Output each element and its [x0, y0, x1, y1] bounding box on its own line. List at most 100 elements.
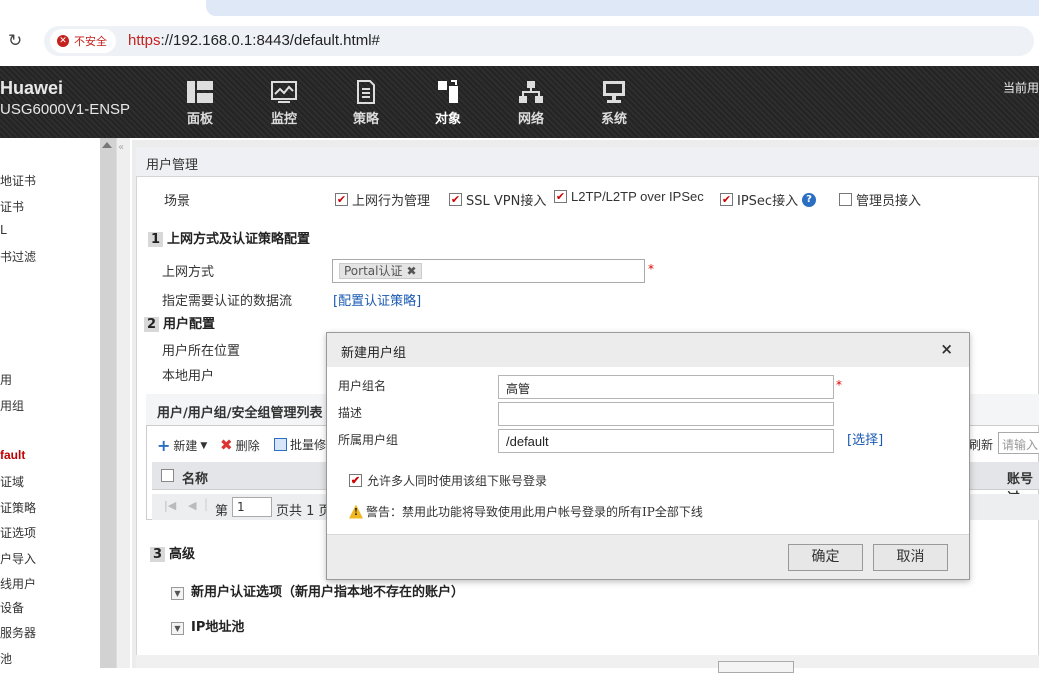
description-input[interactable] [498, 402, 834, 426]
nav-system[interactable]: 系统 [584, 80, 644, 127]
advanced-new-user-options[interactable]: ▼ 新用户认证选项（新用户指本地不存在的账户） [171, 581, 464, 600]
nav-label: 系统 [600, 112, 627, 127]
tab-bar [206, 0, 1039, 16]
scene-checkbox-sslvpn[interactable]: ✔ SSL VPN接入 [449, 190, 546, 209]
sidebar-item[interactable]: 服务器 [0, 624, 36, 641]
checkbox-checked-icon: ✔ [349, 474, 362, 487]
close-icon[interactable]: × [940, 340, 953, 358]
sidebar-item[interactable]: 用 [0, 371, 12, 388]
checkbox-label: SSL VPN接入 [466, 194, 547, 209]
page-title: 用户管理 [146, 158, 199, 173]
multi-login-checkbox[interactable]: ✔ 允许多人同时使用该组下账号登录 [349, 472, 547, 489]
security-chip[interactable]: ✕ 不安全 [50, 29, 116, 53]
checkbox-label: 管理员接入 [856, 194, 922, 209]
dashboard-icon [187, 81, 213, 103]
section-title: 高级 [169, 547, 196, 562]
first-page-icon[interactable]: |◀ [164, 499, 176, 512]
sidebar-item-active[interactable]: fault [0, 448, 25, 462]
browser-toolbar: ↻ ✕ 不安全 https://192.168.0.1:8443/default… [0, 22, 1039, 62]
column-name: 名称 [182, 472, 209, 487]
dialog-footer: 确定 取消 [327, 534, 969, 579]
scene-checkbox-behavior[interactable]: ✔ 上网行为管理 [335, 190, 430, 209]
scene-checkbox-l2tp[interactable]: ✔ L2TP/L2TP over IPSec [554, 189, 704, 204]
configure-auth-policy-link[interactable]: [配置认证策略] [333, 290, 421, 309]
group-name-input[interactable]: 高管 [498, 375, 834, 399]
access-mode-field[interactable]: Portal认证 ✖ [332, 259, 645, 283]
advanced-option-title: 新用户认证选项（新用户指本地不存在的账户） [191, 585, 465, 600]
help-icon[interactable]: ? [802, 192, 817, 207]
refresh-button[interactable]: 刷新 [969, 436, 993, 453]
policy-doc-icon [357, 80, 375, 104]
scroll-up-arrow-icon[interactable] [102, 142, 112, 148]
nav-label: 对象 [434, 112, 461, 127]
user-location-label: 用户所在位置 [162, 344, 241, 359]
section-number: 2 [144, 317, 160, 332]
advanced-option-title: IP地址池 [191, 620, 245, 635]
sidebar-item[interactable]: 地证书 [0, 172, 36, 189]
checkbox-label: IPSec接入 [737, 194, 799, 209]
system-icon [603, 81, 625, 103]
nav-label: 策略 [352, 112, 379, 127]
delete-x-icon: ✖ [220, 436, 233, 454]
bottom-button[interactable] [718, 661, 794, 673]
remove-tag-icon[interactable]: ✖ [406, 264, 416, 278]
nav-label: 监控 [270, 112, 297, 127]
checkbox-checked-icon: ✔ [554, 190, 567, 203]
url-text[interactable]: https://192.168.0.1:8443/default.html# [128, 32, 380, 49]
new-button[interactable]: + 新建 ▼ [157, 436, 207, 455]
section-number: 1 [148, 232, 164, 247]
scene-label: 场景 [164, 194, 191, 209]
collapse-sidebar-icon[interactable]: « [118, 142, 124, 153]
page-number-input[interactable]: 1 [232, 497, 272, 517]
cancel-button[interactable]: 取消 [873, 544, 948, 571]
sidebar-item[interactable]: 线用户 [0, 575, 36, 592]
checkbox-unchecked-icon [839, 193, 852, 206]
select-all-checkbox[interactable] [161, 469, 174, 482]
sidebar-item[interactable]: 书过滤 [0, 248, 36, 265]
reload-icon[interactable]: ↻ [8, 31, 22, 51]
delete-button[interactable]: ✖ 删除 [220, 436, 260, 454]
sidebar-item[interactable]: L [0, 223, 7, 237]
nav-object[interactable]: 对象 [418, 80, 478, 127]
prev-page-icon[interactable]: ◀ [188, 499, 196, 512]
sidebar-scrollbar[interactable] [100, 138, 116, 668]
sidebar-item[interactable]: 证策略 [0, 499, 36, 516]
sidebar-item[interactable]: 证选项 [0, 524, 36, 541]
new-user-group-dialog: 新建用户组 × 用户组名 高管 * 描述 所属用户组 /default [选择]… [326, 332, 970, 580]
address-bar[interactable]: ✕ 不安全 https://192.168.0.1:8443/default.h… [44, 26, 1034, 56]
batch-edit-button[interactable]: 批量修 [274, 436, 326, 453]
access-mode-label: 上网方式 [162, 265, 215, 280]
sidebar-splitter[interactable] [116, 138, 130, 668]
nav-monitor[interactable]: 监控 [254, 80, 314, 127]
scene-checkbox-admin[interactable]: 管理员接入 [839, 190, 921, 209]
section-title: 用户配置 [163, 317, 216, 332]
nav-network[interactable]: 网络 [501, 80, 561, 127]
select-group-link[interactable]: [选择] [847, 429, 883, 448]
page-title-bar: 用户管理 [136, 147, 1039, 177]
section-access-auth: 1 上网方式及认证策略配置 [148, 228, 310, 247]
user-list-title: 用户/用户组/安全组管理列表 [157, 406, 323, 421]
bottom-bar [136, 655, 1039, 668]
sidebar-item[interactable]: 用组 [0, 397, 24, 414]
nav-label: 网络 [517, 112, 544, 127]
sidebar-item[interactable]: 证域 [0, 473, 24, 490]
auth-flow-label: 指定需要认证的数据流 [162, 294, 293, 309]
scene-checkbox-ipsec[interactable]: ✔ IPSec接入? [720, 190, 817, 209]
advanced-ip-pool[interactable]: ▼ IP地址池 [171, 616, 244, 635]
search-input[interactable]: 请输入 [998, 432, 1039, 454]
sidebar-item[interactable]: 池 [0, 650, 12, 667]
sidebar-item[interactable]: 户导入 [0, 550, 36, 567]
sidebar-item[interactable]: 证书 [0, 198, 24, 215]
checkbox-label: L2TP/L2TP over IPSec [571, 189, 704, 204]
expand-arrow-icon: ▼ [171, 622, 184, 635]
url-scheme: https [128, 32, 161, 49]
nav-dashboard[interactable]: 面板 [170, 80, 230, 127]
sidebar-item[interactable]: 设备 [0, 599, 24, 616]
dropdown-arrow-icon: ▼ [200, 440, 208, 451]
dialog-title: 新建用户组 [341, 346, 407, 361]
ok-button[interactable]: 确定 [788, 544, 863, 571]
batch-label: 批量修 [290, 438, 327, 452]
parent-group-input[interactable]: /default [498, 429, 834, 453]
monitor-chart-icon [271, 81, 297, 103]
nav-policy[interactable]: 策略 [336, 80, 396, 127]
